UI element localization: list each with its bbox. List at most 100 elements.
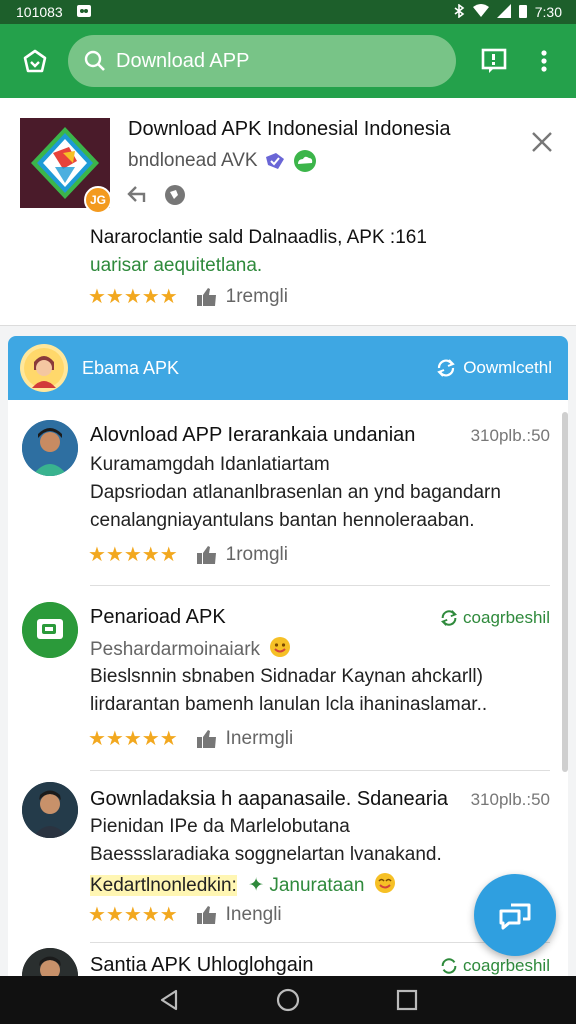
thumb-up-icon[interactable] bbox=[196, 905, 218, 925]
item-divider bbox=[90, 585, 550, 586]
chat-icon bbox=[499, 903, 531, 930]
home-nav-button[interactable] bbox=[264, 976, 312, 1024]
home-button[interactable] bbox=[10, 36, 60, 86]
featured-desc-line1: Nararoclantie sald Dalnaadlis, APK :161 bbox=[90, 227, 427, 248]
panel-header: Ebama APK Oowmlcethl bbox=[8, 336, 568, 400]
home-nav-icon bbox=[276, 988, 300, 1012]
item-meta: coagrbeshil bbox=[439, 956, 550, 976]
home-icon bbox=[23, 49, 47, 73]
rating-label: 1remgli bbox=[225, 285, 288, 307]
item-line-1: Peshardarmoinaiark bbox=[90, 636, 291, 664]
back-button[interactable] bbox=[145, 976, 193, 1024]
feedback-button[interactable] bbox=[472, 39, 516, 83]
app-chat-icon bbox=[22, 602, 78, 658]
signal-icon bbox=[496, 3, 511, 21]
rating-label: 1romgli bbox=[225, 543, 288, 565]
featured-rating-row: ★★★★★ 1remgli bbox=[88, 284, 288, 309]
close-button[interactable] bbox=[524, 124, 560, 160]
item-title: Alovnload APP Ierarankaia undanian bbox=[90, 424, 416, 446]
back-icon bbox=[161, 989, 178, 1011]
featured-desc-line2: uarisar aequitetlana. bbox=[90, 255, 263, 276]
search-icon bbox=[84, 50, 105, 71]
bluetooth-icon bbox=[453, 2, 465, 21]
thumb-up-icon[interactable] bbox=[196, 729, 218, 749]
verified-badge-icon bbox=[265, 153, 284, 169]
app-badge: JG bbox=[84, 186, 112, 214]
list-item[interactable]: Santia APK Uhloglohgain coagrbeshil bbox=[8, 948, 568, 976]
sync-icon bbox=[437, 359, 455, 377]
avatar-icon bbox=[22, 782, 78, 838]
chat-fab-button[interactable] bbox=[474, 874, 556, 956]
star-rating: ★★★★★ bbox=[88, 544, 178, 566]
item-line-3-green: Janurataan bbox=[269, 875, 365, 897]
search-bar[interactable] bbox=[68, 35, 456, 87]
feedback-icon bbox=[481, 48, 507, 73]
item-line-2: Bieslsnnin sbnaben Sidnadar Kaynan ahcka… bbox=[90, 666, 483, 687]
emoji-icon bbox=[374, 872, 396, 900]
featured-app-developer: bndlonead AVK bbox=[128, 150, 258, 171]
recents-icon bbox=[396, 989, 417, 1011]
item-meta-label: coagrbeshil bbox=[463, 956, 550, 975]
item-title: Penarioad APK bbox=[90, 606, 226, 628]
wifi-icon bbox=[472, 3, 489, 21]
item-divider bbox=[90, 770, 550, 771]
item-title: Gownladaksia h aapanasaile. Sdanearia bbox=[90, 788, 449, 810]
featured-app-actions bbox=[126, 184, 186, 206]
item-meta: 310plb.:50 bbox=[470, 426, 550, 445]
list-item[interactable]: Penarioad APK coagrbeshil Peshardarmoina… bbox=[8, 596, 568, 772]
featured-app-description: Nararoclantie sald Dalnaadlis, APK :161 … bbox=[90, 224, 427, 280]
search-input[interactable] bbox=[116, 49, 436, 73]
more-options-button[interactable] bbox=[522, 39, 566, 83]
item-meta-label: coagrbeshil bbox=[463, 608, 550, 627]
star-rating: ★★★★★ bbox=[88, 904, 178, 926]
list-item[interactable]: Alovnload APP Ierarankaia undanian 310pl… bbox=[8, 412, 568, 588]
avatar-icon bbox=[22, 948, 78, 976]
emoji-icon bbox=[269, 636, 291, 664]
sync-icon bbox=[441, 958, 457, 974]
leaf-icon: ✦ bbox=[248, 875, 265, 897]
system-nav-bar bbox=[0, 976, 576, 1024]
globe-icon[interactable] bbox=[164, 184, 186, 206]
avatar-icon bbox=[22, 420, 78, 476]
item-title: Santia APK Uhloglohgain bbox=[90, 954, 314, 976]
featured-app-title: Download APK Indonesial Indonesia bbox=[128, 118, 451, 140]
item-line-2: Baessslaradiaka soggnelartan lvanakand. bbox=[90, 844, 442, 865]
item-line-1: Pienidan IPe da Marlelobutana bbox=[90, 816, 350, 837]
cloud-badge-icon bbox=[293, 150, 316, 172]
header-avatar[interactable] bbox=[20, 344, 68, 392]
avatar-icon bbox=[24, 348, 64, 388]
item-meta: 310plb.:50 bbox=[470, 790, 550, 809]
star-rating: ★★★★★ bbox=[88, 286, 178, 308]
item-line-3: Kedartlnonledkin: ✦ Janurataan bbox=[90, 872, 396, 900]
thumb-up-icon[interactable] bbox=[196, 545, 218, 565]
status-time: 7:30 bbox=[534, 4, 562, 20]
item-rating-row: ★★★★★ Inengli bbox=[88, 902, 282, 927]
item-rating-row: ★★★★★ 1romgli bbox=[88, 542, 288, 567]
app-bar bbox=[0, 24, 576, 98]
item-avatar bbox=[22, 948, 78, 976]
sync-icon bbox=[441, 610, 458, 626]
item-line-3-prefix: Kedartlnonledkin: bbox=[90, 875, 237, 897]
more-vert-icon bbox=[541, 50, 547, 72]
rating-label: Inermgli bbox=[225, 727, 294, 749]
featured-app-card[interactable]: JG Download APK Indonesial Indonesia bnd… bbox=[0, 98, 576, 326]
thumb-up-icon[interactable] bbox=[196, 287, 218, 307]
status-left-text: 101083 bbox=[16, 4, 63, 20]
rating-label: Inengli bbox=[225, 903, 282, 925]
recents-button[interactable] bbox=[383, 976, 431, 1024]
item-rating-row: ★★★★★ Inermgli bbox=[88, 726, 293, 751]
item-avatar bbox=[22, 782, 78, 838]
item-line-2: Dapsriodan atlananlbrasenlan an ynd baga… bbox=[90, 482, 501, 503]
item-line-3: lirdarantan bamenh lanulan lcla ihaninas… bbox=[90, 694, 488, 715]
share-icon[interactable] bbox=[126, 184, 148, 204]
item-line-1-text: Peshardarmoinaiark bbox=[90, 639, 261, 661]
panel-title: Ebama APK bbox=[82, 357, 180, 378]
app-list-panel: Ebama APK Oowmlcethl Alovnload APP Ierar… bbox=[8, 336, 568, 976]
panel-download-button[interactable]: Oowmlcethl bbox=[435, 357, 552, 379]
status-bar: 101083 7:30 bbox=[0, 0, 576, 24]
item-divider bbox=[90, 942, 550, 943]
item-line-1: Kuramamgdah Idanlatiartam bbox=[90, 454, 330, 475]
item-line-3: cenalangniayantulans bantan hennoleraaba… bbox=[90, 510, 475, 531]
item-meta: coagrbeshil bbox=[439, 608, 550, 628]
featured-app-subtitle: bndlonead AVK bbox=[128, 150, 318, 172]
